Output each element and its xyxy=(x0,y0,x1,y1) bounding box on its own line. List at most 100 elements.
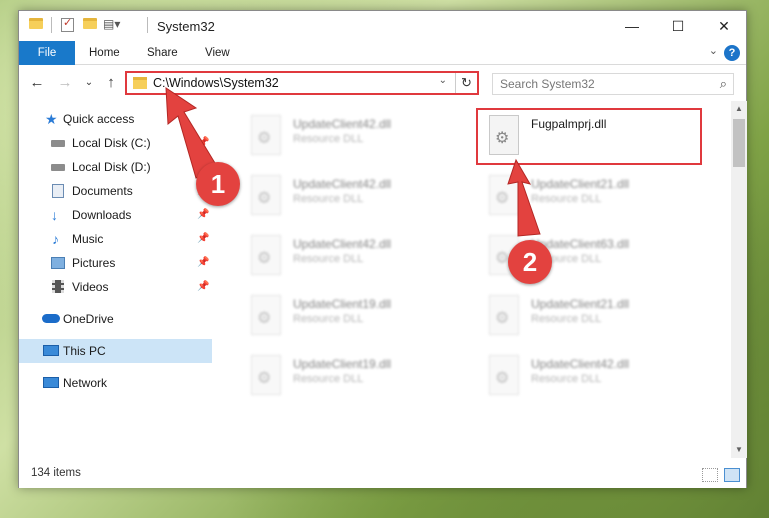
dll-file-icon: ⚙ xyxy=(251,235,281,275)
maximize-button[interactable]: ☐ xyxy=(655,11,701,41)
sidebar-item-videos[interactable]: Videos 📌 xyxy=(19,275,212,299)
expand-ribbon-icon[interactable]: ⌄ xyxy=(709,44,718,57)
pin-icon[interactable]: 📌 xyxy=(197,275,209,299)
step-1-badge: 1 xyxy=(196,162,240,206)
back-button[interactable]: ← xyxy=(27,73,47,93)
address-row: ← → ⌄ ↑ C:\Windows\System32 ⌄ ↻ Search S… xyxy=(19,65,746,101)
dll-file-icon: ⚙ xyxy=(251,355,281,395)
search-icon[interactable]: ⌕ xyxy=(720,76,727,92)
dll-file-icon: ⚙ xyxy=(251,295,281,335)
sidebar-item-label: Music xyxy=(72,232,104,246)
highlight-box-file xyxy=(476,108,702,165)
search-input[interactable]: Search System32 ⌕ xyxy=(492,73,734,95)
tab-view[interactable]: View xyxy=(191,41,244,65)
file-item[interactable]: ⚙ UpdateClient42.dll Resource DLL xyxy=(243,169,473,223)
customize-toolbar-icon[interactable]: ▤▾ xyxy=(103,17,120,31)
up-button[interactable]: ↑ xyxy=(101,73,121,93)
file-type: Resource DLL xyxy=(293,313,364,325)
tab-home[interactable]: Home xyxy=(75,41,134,65)
search-placeholder: Search System32 xyxy=(500,77,595,91)
close-button[interactable]: ✕ xyxy=(701,11,747,41)
file-item[interactable]: ⚙ UpdateClient19.dll Resource DLL xyxy=(243,289,473,343)
scroll-up-icon[interactable]: ▲ xyxy=(731,101,747,117)
file-item[interactable]: ⚙ UpdateClient21.dll Resource DLL xyxy=(481,289,711,343)
step-2-badge: 2 xyxy=(508,240,552,284)
pin-icon[interactable]: 📌 xyxy=(197,251,209,275)
vertical-scrollbar[interactable]: ▲ ▼ xyxy=(731,101,747,458)
sidebar-item-local-disk-c[interactable]: Local Disk (C:) 📌 xyxy=(19,131,212,155)
videos-icon xyxy=(52,280,64,293)
file-name: UpdateClient42.dll xyxy=(293,237,392,251)
dll-file-icon: ⚙ xyxy=(489,295,519,335)
file-type: Resource DLL xyxy=(293,373,364,385)
pin-icon[interactable]: 📌 xyxy=(197,131,209,155)
help-icon[interactable]: ? xyxy=(724,45,740,61)
divider xyxy=(147,17,148,33)
gear-icon: ⚙ xyxy=(495,250,510,267)
sidebar-item-label: This PC xyxy=(63,344,106,358)
sidebar-item-onedrive[interactable]: OneDrive xyxy=(19,307,212,331)
address-dropdown-button[interactable]: ⌄ xyxy=(439,75,447,86)
file-name: UpdateClient19.dll xyxy=(293,357,392,371)
file-item[interactable]: ⚙ UpdateClient42.dll Resource DLL xyxy=(243,229,473,283)
ribbon-tabs: File Home Share View ⌄ ? xyxy=(19,41,746,65)
network-icon xyxy=(43,377,59,388)
large-icons-view-icon[interactable] xyxy=(724,468,740,482)
gear-icon: ⚙ xyxy=(257,370,272,387)
sidebar-item-documents[interactable]: Documents 📌 xyxy=(19,179,212,203)
gear-icon: ⚙ xyxy=(257,130,272,147)
refresh-button[interactable]: ↻ xyxy=(455,73,477,93)
dll-file-icon: ⚙ xyxy=(251,175,281,215)
sidebar-item-local-disk-d[interactable]: Local Disk (D:) xyxy=(19,155,212,179)
item-count: 134 items xyxy=(31,467,81,479)
tab-file[interactable]: File xyxy=(19,41,75,65)
gear-icon: ⚙ xyxy=(257,310,272,327)
scroll-thumb[interactable] xyxy=(733,119,745,167)
sidebar-item-downloads[interactable]: ↓ Downloads 📌 xyxy=(19,203,212,227)
pin-icon[interactable]: 📌 xyxy=(197,227,209,251)
details-view-icon[interactable] xyxy=(702,468,718,482)
sidebar-item-label: Pictures xyxy=(72,256,116,270)
navigation-pane: ★ Quick access Local Disk (C:) 📌 Local D… xyxy=(19,101,212,458)
sidebar-item-label: Documents xyxy=(72,184,133,198)
file-item[interactable]: ⚙ UpdateClient42.dll Resource DLL xyxy=(243,109,473,163)
folder-icon xyxy=(133,77,147,89)
recent-locations-button[interactable]: ⌄ xyxy=(79,73,99,93)
new-folder-icon[interactable] xyxy=(83,18,97,29)
sidebar-item-label: Local Disk (D:) xyxy=(72,160,151,174)
file-explorer-window: ▤▾ System32 — ☐ ✕ File Home Share View ⌄… xyxy=(18,10,747,488)
star-icon: ★ xyxy=(45,111,58,127)
sidebar-item-pictures[interactable]: Pictures 📌 xyxy=(19,251,212,275)
properties-icon[interactable] xyxy=(61,16,74,32)
forward-button[interactable]: → xyxy=(55,73,75,93)
sidebar-item-music[interactable]: ♪ Music 📌 xyxy=(19,227,212,251)
computer-icon xyxy=(43,345,59,356)
sidebar-item-label: Local Disk (C:) xyxy=(72,136,151,150)
minimize-button[interactable]: — xyxy=(609,11,655,41)
file-type: Resource DLL xyxy=(531,373,602,385)
sidebar-item-label: Network xyxy=(63,376,108,390)
file-name: UpdateClient19.dll xyxy=(293,297,392,311)
sidebar-item-this-pc[interactable]: This PC xyxy=(19,339,212,363)
address-path[interactable]: C:\Windows\System32 xyxy=(153,76,279,90)
gear-icon: ⚙ xyxy=(495,310,510,327)
file-item[interactable]: ⚙ UpdateClient42.dll Resource DLL xyxy=(481,349,711,403)
pictures-icon xyxy=(51,257,65,269)
tab-share[interactable]: Share xyxy=(133,41,192,65)
pin-icon[interactable]: 📌 xyxy=(197,203,209,227)
address-bar[interactable]: C:\Windows\System32 ⌄ ↻ xyxy=(125,71,479,95)
file-item[interactable]: ⚙ UpdateClient19.dll Resource DLL xyxy=(243,349,473,403)
file-name: UpdateClient42.dll xyxy=(531,357,630,371)
download-icon: ↓ xyxy=(51,207,58,223)
sidebar-item-quick-access[interactable]: ★ Quick access xyxy=(19,107,212,131)
sidebar-item-label: Downloads xyxy=(72,208,132,222)
music-icon: ♪ xyxy=(52,231,59,247)
file-type: Resource DLL xyxy=(531,193,602,205)
file-type: Resource DLL xyxy=(531,313,602,325)
file-item[interactable]: ⚙ UpdateClient21.dll Resource DLL xyxy=(481,169,711,223)
dll-file-icon: ⚙ xyxy=(251,115,281,155)
sidebar-item-network[interactable]: Network xyxy=(19,371,212,395)
documents-icon xyxy=(52,184,64,198)
scroll-down-icon[interactable]: ▼ xyxy=(731,442,747,458)
file-name: UpdateClient21.dll xyxy=(531,177,630,191)
